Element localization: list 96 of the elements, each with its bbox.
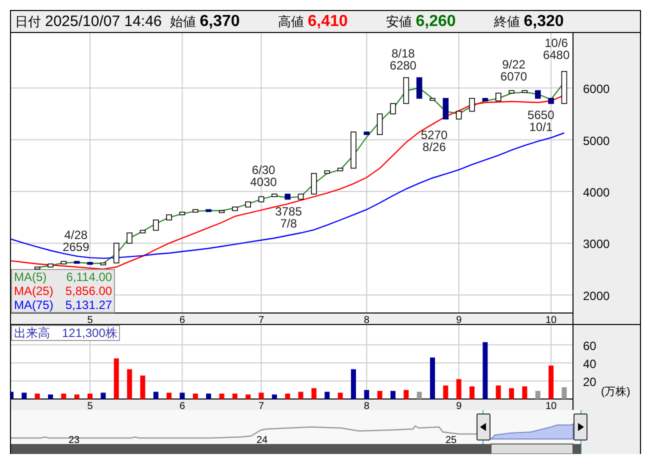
peak-price-label: 6070	[500, 69, 528, 84]
price-tick-label: 6000	[583, 82, 610, 96]
peak-date-label: 10/1	[529, 120, 553, 134]
candlestick	[206, 209, 212, 212]
triangle-left-icon	[480, 423, 486, 431]
month-tick-label: 10	[545, 315, 557, 324]
month-tick-label: 5	[87, 401, 93, 410]
month-tick-label: 8	[364, 315, 370, 324]
legend-value: 6,114.00	[66, 270, 112, 284]
peak-date-label: 7/8	[280, 216, 297, 231]
candlestick	[152, 220, 159, 231]
peak-price-label: 6480	[542, 48, 570, 62]
candlestick	[140, 230, 146, 234]
candlestick	[34, 266, 40, 270]
candlestick	[192, 209, 198, 213]
candlestick	[548, 98, 554, 104]
candlestick	[87, 262, 93, 265]
peak-date-label: 4/28	[64, 228, 88, 242]
price-tick-label: 4000	[583, 186, 610, 200]
peak-price-label: 4030	[250, 174, 277, 189]
month-tick-label: 7	[258, 401, 264, 410]
price-tick-label: 2000	[583, 289, 610, 303]
candlestick	[403, 77, 410, 104]
date-label: 日付	[15, 15, 41, 28]
candlestick	[126, 232, 132, 244]
volume-total: 121,300株	[62, 326, 118, 340]
navigator-side-background	[581, 410, 640, 454]
price-tick-label: 3000	[583, 237, 610, 252]
quote-label: 始値	[170, 15, 196, 28]
candlestick	[218, 210, 225, 214]
month-tick-label: 7	[258, 315, 264, 324]
quote-label: 終値	[494, 15, 520, 28]
peak-price-label: 5270	[420, 128, 448, 142]
month-tick-label: 9	[456, 401, 462, 410]
year-label: 25	[445, 435, 457, 446]
candlestick	[416, 77, 422, 99]
legend-value: 5,131.27	[65, 298, 112, 312]
volume-tick-label: 20	[583, 374, 596, 389]
candlestick	[113, 242, 120, 264]
candlestick	[179, 212, 186, 216]
volume-unit-label: (万株)	[601, 386, 630, 398]
triangle-right-icon	[578, 423, 584, 431]
candlestick	[100, 262, 106, 266]
candlestick	[258, 196, 264, 202]
month-tick-label: 6	[179, 401, 186, 410]
candlestick	[272, 194, 278, 198]
price-tick-label: 5000	[583, 134, 610, 148]
range-start-handle[interactable]	[476, 414, 490, 440]
peak-price-label: 6280	[390, 58, 416, 73]
date-value: 2025/10/07 14:46	[45, 14, 162, 29]
month-tick-label: 8	[364, 401, 370, 410]
month-tick-label: 5	[87, 315, 93, 324]
peak-date-label: 8/26	[422, 140, 446, 154]
legend-label: MA(75)	[14, 298, 54, 312]
range-end-handle[interactable]	[574, 414, 588, 440]
candlestick	[469, 98, 475, 112]
volume-tick-label: 60	[583, 338, 596, 353]
candlestick	[298, 194, 304, 200]
volume-tick-label: 40	[583, 356, 596, 371]
candlestick	[376, 113, 383, 135]
quote-value: 6,370	[200, 14, 240, 30]
legend-value: 5,856.00	[65, 284, 112, 298]
legend-label: MA(5)	[14, 270, 47, 284]
month-tick-label: 9	[456, 315, 462, 324]
candlestick	[48, 264, 54, 268]
peak-price-label: 2659	[62, 240, 90, 254]
quote-value: 6,410	[308, 14, 348, 30]
quote-value: 6,320	[524, 14, 564, 30]
quote-value: 6,260	[416, 14, 456, 30]
peak-date-label: 10/6	[544, 36, 568, 50]
candlestick	[166, 214, 172, 220]
candlestick	[350, 132, 356, 169]
quote-label: 高値	[278, 15, 304, 28]
candlestick	[508, 90, 514, 94]
peak-price-label: 5650	[528, 108, 554, 122]
year-label: 24	[256, 435, 268, 446]
month-tick-label: 6	[179, 315, 186, 324]
candlestick	[430, 98, 436, 101]
peak-date-label: 6/30	[252, 162, 276, 177]
candlestick	[561, 71, 568, 104]
candlestick	[390, 103, 396, 114]
quote-label: 安値	[386, 15, 412, 28]
volume-title: 出来高	[14, 326, 50, 340]
month-tick-label: 10	[545, 401, 557, 410]
candlestick	[364, 132, 370, 135]
peak-date-label: 8/18	[391, 46, 415, 61]
candlestick	[284, 194, 290, 200]
candlestick	[311, 172, 317, 194]
candlestick	[456, 110, 462, 120]
candlestick	[245, 201, 251, 208]
year-label: 23	[68, 435, 80, 446]
candlestick	[232, 206, 238, 212]
candlestick	[442, 98, 449, 120]
legend-label: MA(25)	[14, 284, 54, 298]
peak-date-label: 9/22	[502, 57, 526, 72]
peak-price-label: 3785	[275, 204, 302, 219]
